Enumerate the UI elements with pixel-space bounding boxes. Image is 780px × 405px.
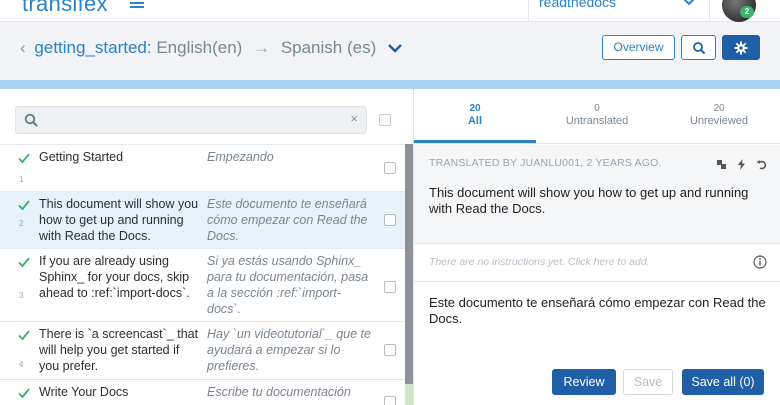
language-chevron-down-icon[interactable] <box>387 43 403 53</box>
review-button[interactable]: Review <box>552 369 616 395</box>
tab-label: Untranslated <box>565 115 629 127</box>
row-checkbox[interactable] <box>384 162 396 174</box>
row-checkbox[interactable] <box>384 214 396 226</box>
scroll-indicator <box>405 384 413 405</box>
active-tab-underline <box>414 140 536 143</box>
save-all-button[interactable]: Save all (0) <box>682 369 764 395</box>
string-number: 1 <box>19 175 24 184</box>
source-language: English(en) <box>156 38 243 57</box>
editor-panel: 20 All 0 Untranslated 20 Unreviewed TRAN… <box>413 89 780 405</box>
check-icon <box>18 330 30 341</box>
search-input[interactable]: × <box>15 106 367 134</box>
gear-icon <box>734 41 748 54</box>
translation-string: Hay `un videotutorial`_ que te ayudará a… <box>207 327 371 373</box>
tab-label: All <box>467 115 483 127</box>
undo-icon[interactable] <box>756 158 767 170</box>
string-row[interactable]: 1 Getting Started Empezando <box>0 144 405 191</box>
string-list: 1 Getting Started Empezando 2 This docum… <box>0 144 405 405</box>
translation-string: Si ya estás usando Sphinx_ para tu docum… <box>207 254 369 316</box>
copy-source-icon[interactable] <box>716 158 727 169</box>
source-text: This document will show you how to get u… <box>429 185 749 216</box>
row-checkbox[interactable] <box>384 396 396 405</box>
translation-meta: TRANSLATED BY JUANLU001, 2 YEARS AGO. <box>429 157 662 169</box>
instructions-text: There are no instructions yet. Click her… <box>429 256 650 268</box>
tab-count: 0 <box>594 103 600 114</box>
menu-icon[interactable] <box>130 0 144 8</box>
search-button[interactable] <box>681 35 716 60</box>
select-all-checkbox[interactable] <box>379 114 391 126</box>
tab-label: Unreviewed <box>689 115 749 127</box>
scrollbar-thumb[interactable] <box>405 144 413 384</box>
string-row[interactable]: 4 There is `a screencast`_ that will hel… <box>0 321 405 379</box>
settings-button[interactable] <box>722 35 760 60</box>
notification-badge: 2 <box>740 6 754 18</box>
translation-textarea[interactable]: Este documento te enseñará cómo empezar … <box>429 295 769 327</box>
string-row[interactable]: Write Your Docs Escribe tu documentación <box>0 379 405 405</box>
translation-string: Este documento te enseñará cómo empezar … <box>207 197 368 243</box>
source-string: Write Your Docs <box>39 385 129 399</box>
tab-count: 20 <box>713 103 725 114</box>
row-checkbox[interactable] <box>384 281 396 293</box>
breadcrumb: ‹ getting_started: English(en) → Spanish… <box>20 38 376 58</box>
translation-string: Empezando <box>207 150 274 164</box>
string-list-panel: × 1 Getting Started Empezando 2 This doc… <box>0 89 413 405</box>
source-string: If you are already using Sphinx_ for you… <box>39 254 190 300</box>
arrow-right-icon: → <box>253 38 271 57</box>
row-checkbox[interactable] <box>384 344 396 356</box>
instructions-bar[interactable]: There are no instructions yet. Click her… <box>414 243 780 282</box>
filter-tabs: 20 All 0 Untranslated 20 Unreviewed <box>414 89 780 144</box>
organization-select[interactable]: readthedocs <box>528 0 710 22</box>
tab-all[interactable]: 20 All <box>414 102 536 128</box>
string-number: 4 <box>19 360 24 369</box>
check-icon <box>18 257 30 268</box>
project-link[interactable]: getting_started: <box>34 38 151 57</box>
target-language: Spanish (es) <box>280 38 377 57</box>
top-bar: transifex readthedocs 2 <box>0 0 780 22</box>
translation-string: Escribe tu documentación <box>207 385 351 399</box>
save-button[interactable]: Save <box>623 369 673 395</box>
string-number: 3 <box>19 291 24 300</box>
source-pane: TRANSLATED BY JUANLU001, 2 YEARS AGO. Th… <box>414 145 780 243</box>
source-string: There is `a screencast`_ that will help … <box>39 327 199 373</box>
string-number: 2 <box>19 219 24 228</box>
info-icon[interactable] <box>753 255 767 269</box>
clear-search-icon[interactable]: × <box>350 111 358 126</box>
transifex-logo[interactable]: transifex <box>22 0 108 17</box>
source-actions <box>716 158 767 170</box>
back-icon[interactable]: ‹ <box>20 38 26 57</box>
tab-untranslated[interactable]: 0 Untranslated <box>536 102 658 128</box>
lightning-icon[interactable] <box>736 158 747 170</box>
tab-count: 20 <box>469 103 481 114</box>
chevron-down-icon <box>683 0 695 6</box>
scrollbar[interactable] <box>405 144 413 405</box>
search-icon <box>692 41 705 54</box>
overview-button[interactable]: Overview <box>602 35 675 60</box>
string-row[interactable]: 3 If you are already using Sphinx_ for y… <box>0 248 405 321</box>
source-string: Getting Started <box>39 150 124 164</box>
source-string: This document will show you how to get u… <box>39 197 199 243</box>
check-icon <box>18 153 30 164</box>
string-row-selected[interactable]: 2 This document will show you how to get… <box>0 191 405 248</box>
tab-unreviewed[interactable]: 20 Unreviewed <box>658 102 780 128</box>
check-icon <box>18 200 30 211</box>
search-icon <box>24 113 38 127</box>
progress-stripe <box>0 80 780 89</box>
editor-header: ‹ getting_started: English(en) → Spanish… <box>0 22 780 80</box>
organization-name: readthedocs <box>539 0 617 10</box>
check-icon <box>18 388 30 399</box>
